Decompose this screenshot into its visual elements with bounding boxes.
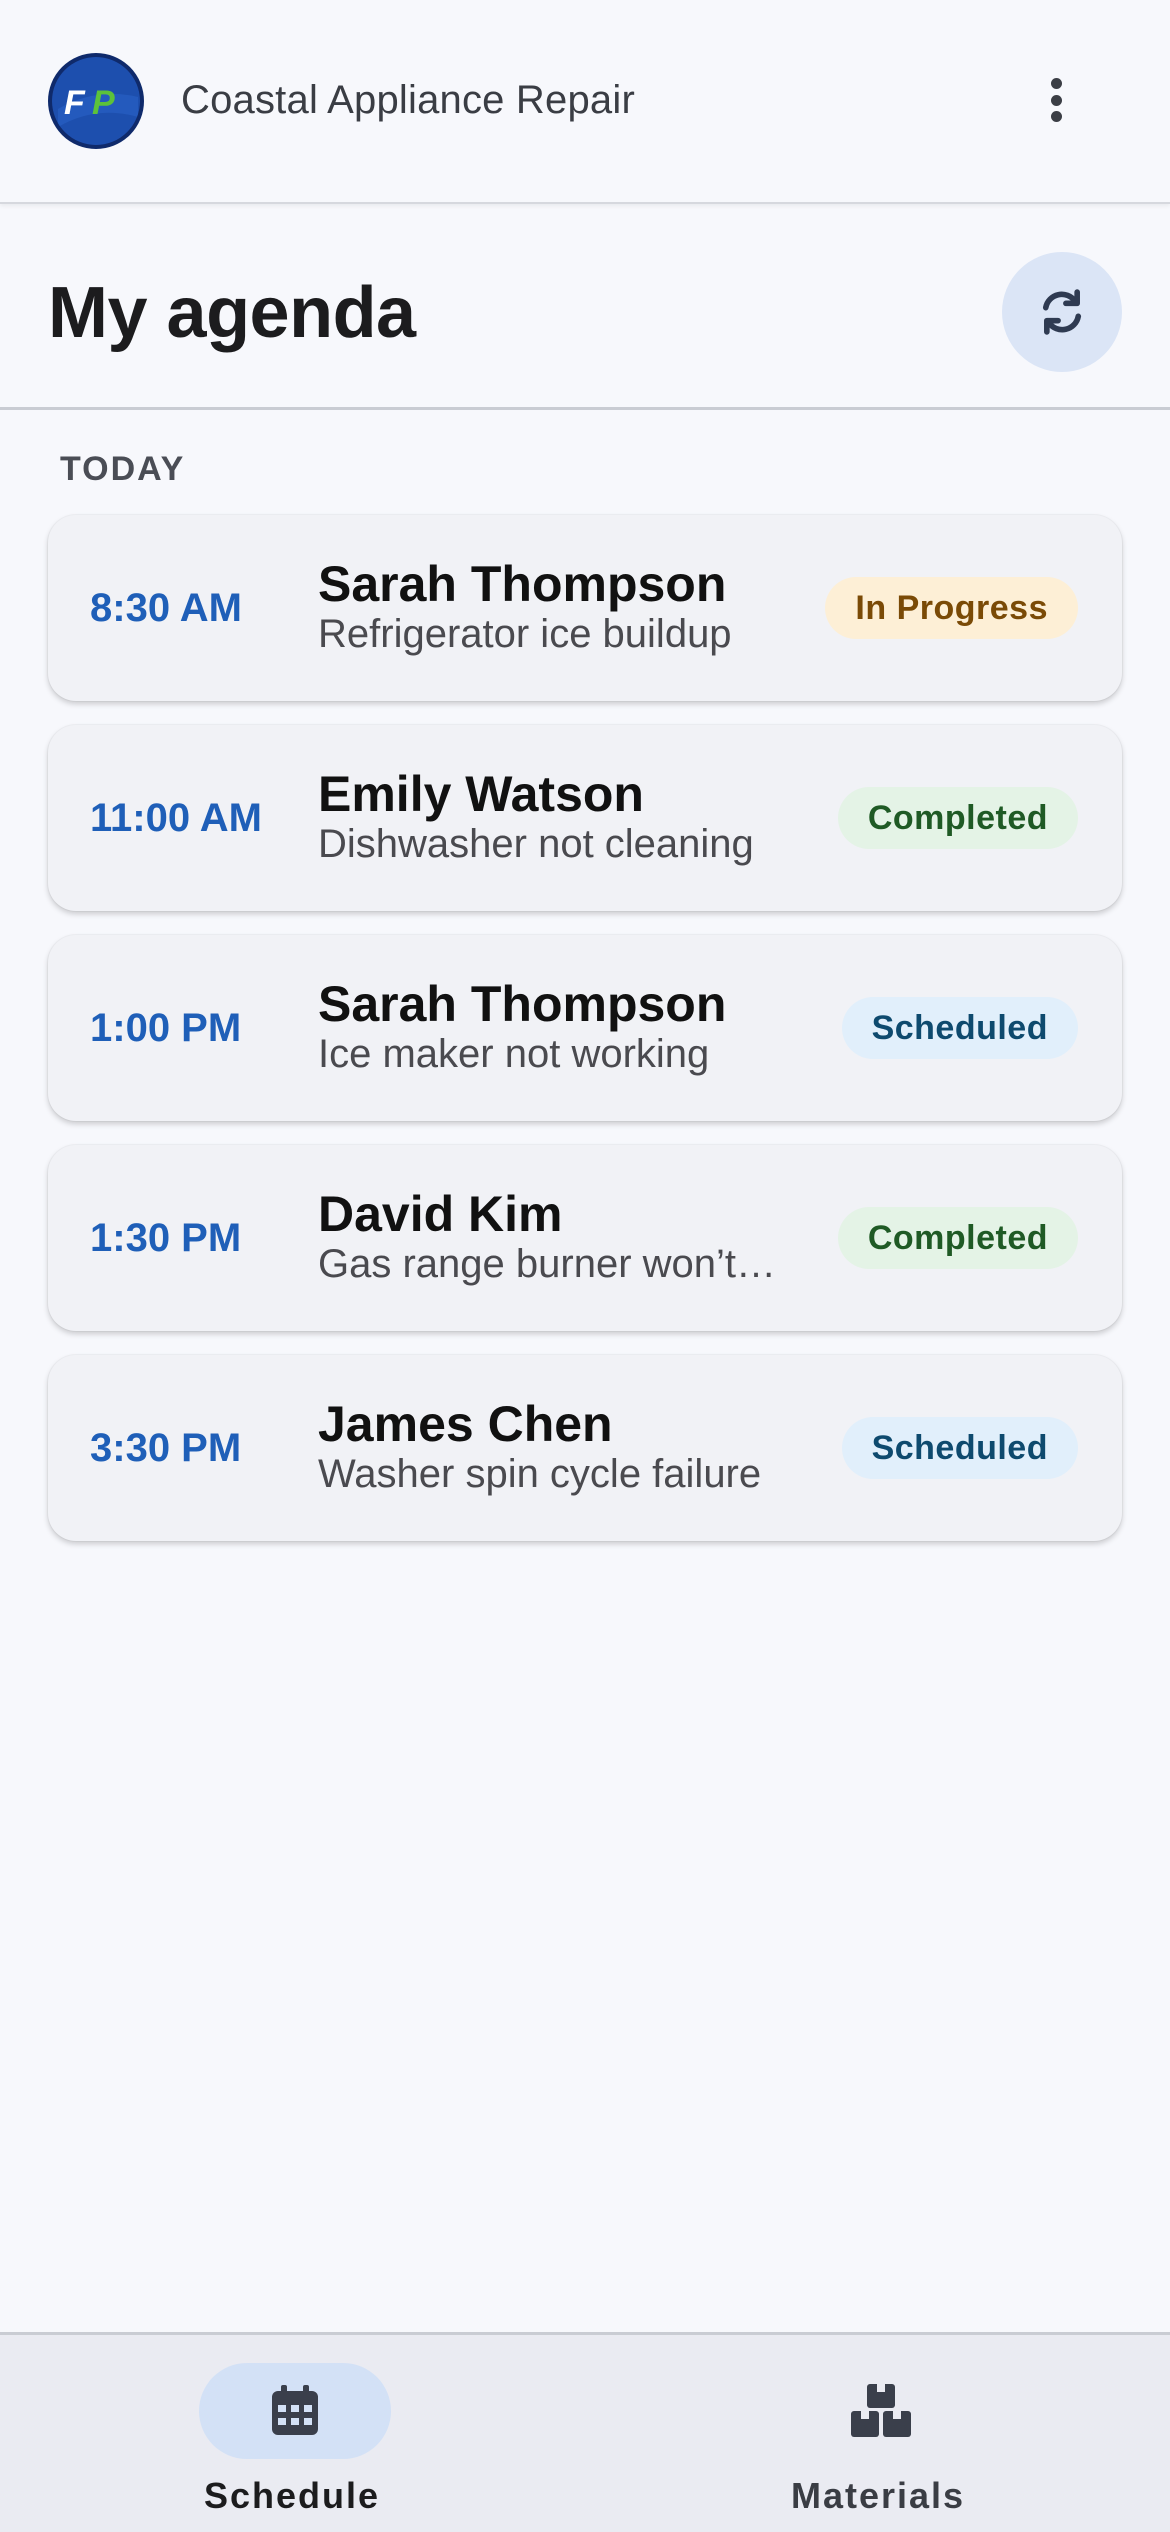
company-name: Coastal Appliance Repair <box>181 78 635 122</box>
page-header: My agenda <box>0 206 1170 410</box>
bottom-navigation: Schedule Materials <box>0 2332 1170 2532</box>
appointment-card[interactable]: 3:30 PM James Chen Washer spin cycle fai… <box>48 1355 1122 1541</box>
refresh-button[interactable] <box>1002 252 1122 372</box>
nav-item-schedule[interactable]: Schedule <box>92 2335 492 2532</box>
job-description: Refrigerator ice buildup <box>318 612 732 656</box>
svg-text:P: P <box>92 84 115 122</box>
job-description: Gas range burner won’t… <box>318 1242 777 1286</box>
customer-name: Sarah Thompson <box>318 556 727 612</box>
top-app-bar: F P Coastal Appliance Repair <box>0 0 1170 204</box>
appointment-time: 1:00 PM <box>90 1005 242 1050</box>
appointment-time: 8:30 AM <box>90 585 242 630</box>
appointment-card[interactable]: 11:00 AM Emily Watson Dishwasher not cle… <box>48 725 1122 911</box>
job-description: Washer spin cycle failure <box>318 1452 762 1496</box>
app-root: F P Coastal Appliance Repair My agenda T… <box>0 0 1170 2532</box>
company-logo: F P <box>48 53 144 149</box>
job-description: Dishwasher not cleaning <box>318 822 754 866</box>
nav-item-materials[interactable]: Materials <box>678 2335 1078 2532</box>
customer-name: James Chen <box>318 1396 613 1452</box>
more-options-icon[interactable] <box>1030 70 1082 130</box>
svg-text:F: F <box>64 84 86 122</box>
nav-label-materials: Materials <box>790 2475 966 2516</box>
appointment-card[interactable]: 1:00 PM Sarah Thompson Ice maker not wor… <box>48 935 1122 1121</box>
appointment-time: 11:00 AM <box>90 795 262 840</box>
customer-name: Emily Watson <box>318 766 644 822</box>
nav-label-schedule: Schedule <box>203 2475 381 2516</box>
page-title: My agenda <box>48 273 416 353</box>
customer-name: David Kim <box>318 1186 563 1242</box>
status-badge: Scheduled <box>841 1417 1078 1479</box>
appointment-card[interactable]: 8:30 AM Sarah Thompson Refrigerator ice … <box>48 515 1122 701</box>
refresh-icon <box>1042 289 1082 335</box>
section-label-today: TODAY <box>60 450 186 488</box>
logo-mark-icon: F P <box>52 57 140 145</box>
job-description: Ice maker not working <box>318 1032 710 1076</box>
status-badge: Scheduled <box>841 997 1078 1059</box>
status-badge: In Progress <box>825 577 1078 639</box>
nav-pill-materials <box>785 2363 977 2459</box>
appointment-time: 3:30 PM <box>90 1425 242 1470</box>
calendar-icon <box>272 2385 318 2435</box>
status-badge: Completed <box>837 1207 1078 1269</box>
boxes-icon <box>851 2384 911 2437</box>
appointment-time: 1:30 PM <box>90 1215 242 1260</box>
appointment-card[interactable]: 1:30 PM David Kim Gas range burner won’t… <box>48 1145 1122 1331</box>
nav-active-indicator <box>199 2363 391 2459</box>
status-badge: Completed <box>837 787 1078 849</box>
customer-name: Sarah Thompson <box>318 976 727 1032</box>
